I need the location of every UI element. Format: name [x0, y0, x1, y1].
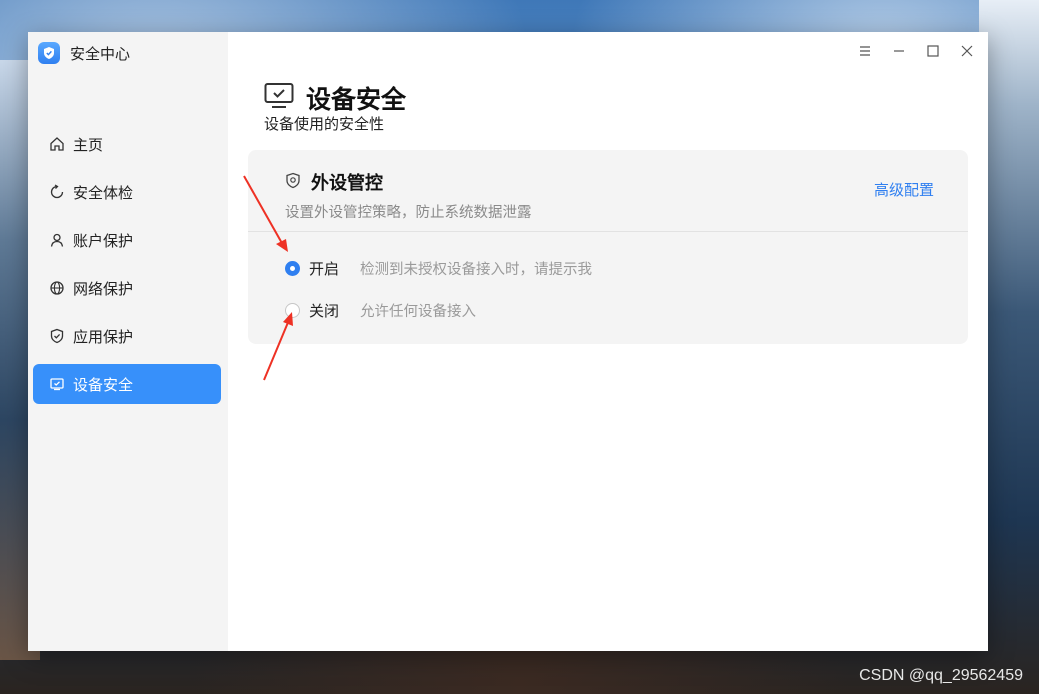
sidebar-item-network[interactable]: 网络保护: [33, 268, 221, 308]
sidebar-item-account[interactable]: 账户保护: [33, 220, 221, 260]
refresh-icon: [49, 184, 65, 200]
sidebar-item-label: 主页: [73, 135, 104, 154]
app-header: 安全中心: [38, 42, 130, 64]
sidebar-item-label: 设备安全: [73, 375, 134, 394]
minimize-icon[interactable]: [888, 40, 910, 62]
user-icon: [49, 232, 65, 248]
card-header: 外设管控: [285, 169, 383, 195]
page-header: 设备安全: [264, 80, 406, 116]
wallpaper-right: [979, 0, 1039, 694]
monitor-check-icon: [49, 376, 65, 392]
main-panel: 设备安全 设备使用的安全性 外设管控 设置外设管控策略，防止系统数据泄露 高级配…: [228, 32, 988, 651]
shield-check-icon: [49, 328, 65, 344]
option-label: 关闭: [309, 302, 340, 320]
titlebar: [854, 40, 978, 62]
sidebar-item-label: 应用保护: [73, 327, 134, 346]
sidebar: 安全中心 主页 安全体检 账户保护 网络保护 应用保护 设备安全: [28, 32, 228, 651]
app-window: 安全中心 主页 安全体检 账户保护 网络保护 应用保护 设备安全 设备安全 设备…: [28, 32, 988, 651]
globe-icon: [49, 280, 65, 296]
sidebar-item-apps[interactable]: 应用保护: [33, 316, 221, 356]
radio-enable[interactable]: [285, 261, 300, 276]
menu-icon[interactable]: [854, 40, 876, 62]
app-title: 安全中心: [70, 44, 131, 63]
option-enable[interactable]: 开启 检测到未授权设备接入时，请提示我: [285, 258, 592, 279]
sidebar-item-device[interactable]: 设备安全: [33, 364, 221, 404]
page-subtitle: 设备使用的安全性: [264, 115, 385, 133]
shield-icon: [38, 42, 60, 64]
card-title: 外设管控: [311, 173, 383, 194]
shield-icon: [285, 172, 301, 193]
sidebar-item-label: 安全体检: [73, 183, 134, 202]
radio-disable[interactable]: [285, 303, 300, 318]
option-description: 检测到未授权设备接入时，请提示我: [360, 262, 592, 278]
divider: [248, 231, 968, 232]
maximize-icon[interactable]: [922, 40, 944, 62]
sidebar-item-label: 账户保护: [73, 231, 134, 250]
sidebar-item-home[interactable]: 主页: [33, 124, 221, 164]
option-description: 允许任何设备接入: [360, 304, 476, 320]
home-icon: [49, 136, 65, 152]
sidebar-item-checkup[interactable]: 安全体检: [33, 172, 221, 212]
sidebar-nav: 主页 安全体检 账户保护 网络保护 应用保护 设备安全: [33, 124, 221, 412]
advanced-config-link[interactable]: 高级配置: [874, 179, 934, 200]
option-label: 开启: [309, 260, 340, 278]
option-disable[interactable]: 关闭 允许任何设备接入: [285, 300, 476, 321]
card-description: 设置外设管控策略，防止系统数据泄露: [285, 205, 532, 221]
watermark: CSDN @qq_29562459: [859, 667, 1023, 684]
close-icon[interactable]: [956, 40, 978, 62]
monitor-check-icon: [264, 82, 294, 114]
page-title: 设备安全: [306, 85, 407, 114]
sidebar-item-label: 网络保护: [73, 279, 134, 298]
peripheral-control-card: 外设管控 设置外设管控策略，防止系统数据泄露 高级配置 开启 检测到未授权设备接…: [248, 150, 968, 344]
